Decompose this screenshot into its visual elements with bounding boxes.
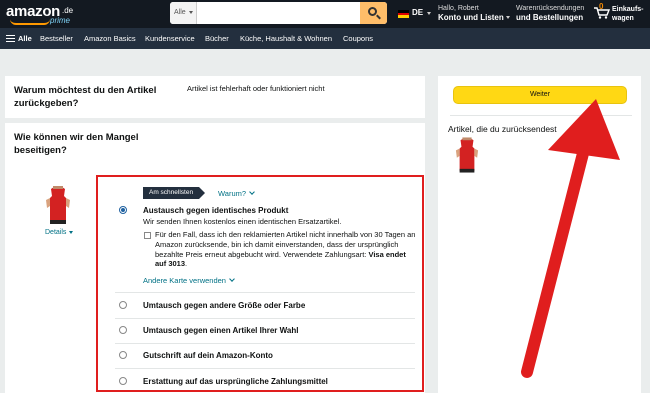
consent-checkbox[interactable] xyxy=(144,232,151,239)
german-flag-icon xyxy=(398,10,409,18)
cart-label: Einkaufs- wagen xyxy=(612,5,644,23)
search-category-select[interactable]: Alle xyxy=(170,2,197,24)
chevron-down-icon xyxy=(249,189,255,195)
nav-all[interactable]: Alle xyxy=(18,28,32,49)
option-divider xyxy=(115,368,415,369)
search-icon-handle xyxy=(376,14,381,20)
reason-question: Warum möchtest du den Artikel zurückgebe… xyxy=(14,84,156,110)
radio-option-refund[interactable] xyxy=(119,377,127,385)
nav-bar: Alle Bestseller Amazon Basics Kundenserv… xyxy=(0,28,650,49)
sidebar-divider xyxy=(450,115,632,116)
why-link[interactable]: Warum? xyxy=(218,189,255,198)
details-link[interactable]: Details xyxy=(45,229,74,236)
option-identical-title[interactable]: Austausch gegen identisches Produkt xyxy=(143,206,288,215)
radio-option-identical[interactable] xyxy=(119,206,127,214)
account-label: Konto und Listen xyxy=(438,13,504,22)
logo-tld: .de xyxy=(62,6,74,15)
cart-label-line2: wagen xyxy=(612,15,634,22)
account-label-row: Konto und Listen xyxy=(438,13,510,23)
resolution-question-line1: Wie können wir den Mangel xyxy=(14,132,139,143)
fastest-badge: Am schnellsten xyxy=(143,187,206,199)
returned-items-title: Artikel, die du zurücksendest xyxy=(448,124,557,134)
radio-option-gift-card[interactable] xyxy=(119,351,127,359)
cart-count: 0 xyxy=(599,2,604,11)
option-gift-card-title[interactable]: Gutschrift auf dein Amazon-Konto xyxy=(143,351,273,360)
why-link-label: Warum? xyxy=(218,189,247,198)
option-choice-title[interactable]: Umtausch gegen einen Artikel Ihrer Wahl xyxy=(143,326,298,335)
details-label: Details xyxy=(45,229,67,236)
orders-line2: und Bestellungen xyxy=(516,13,584,22)
option-divider xyxy=(115,292,415,293)
chevron-down-icon xyxy=(229,276,235,282)
nav-item-coupons[interactable]: Coupons xyxy=(343,28,373,49)
returns-orders-link[interactable]: Warenrücksendungen und Bestellungen xyxy=(516,4,588,23)
nav-item-buecher[interactable]: Bücher xyxy=(205,28,229,49)
orders-line1: Warenrücksendungen xyxy=(516,5,585,12)
selected-reason[interactable]: Artikel ist fehlerhaft oder funktioniert… xyxy=(187,84,325,93)
resolution-question-line2: beseitigen? xyxy=(14,145,67,156)
account-menu[interactable]: Hallo, Robert Konto und Listen xyxy=(438,4,510,23)
other-card-label: Andere Karte verwenden xyxy=(143,276,226,285)
product-thumbnail[interactable] xyxy=(45,186,71,224)
reason-question-line1: Warum möchtest du den Artikel xyxy=(14,85,157,96)
nav-item-bestseller[interactable]: Bestseller xyxy=(40,28,73,49)
radio-option-choice[interactable] xyxy=(119,326,127,334)
cart-label-line1: Einkaufs- xyxy=(612,6,644,13)
option-divider xyxy=(115,318,415,319)
search-button[interactable] xyxy=(360,2,387,24)
consent-text-end: . xyxy=(185,259,188,269)
consent-text: Für den Fall, dass ich den reklamierten … xyxy=(155,230,417,269)
language-code: DE xyxy=(412,8,424,17)
option-size-color-title[interactable]: Umtausch gegen andere Größe oder Farbe xyxy=(143,301,305,310)
logo-smile-icon xyxy=(10,19,50,25)
option-refund-title[interactable]: Erstattung auf das ursprüngliche Zahlung… xyxy=(143,377,328,386)
caret-down-icon xyxy=(505,16,510,20)
search-category-label: Alle xyxy=(174,9,186,16)
option-divider xyxy=(115,343,415,344)
resolution-question: Wie können wir den Mangel beseitigen? xyxy=(14,131,138,157)
reason-question-line2: zurückgeben? xyxy=(14,98,79,109)
top-header: amazon .de prime Alle DE Hallo, Robert K… xyxy=(0,0,650,28)
caret-down-icon xyxy=(189,11,193,14)
nav-item-amazon-basics[interactable]: Amazon Basics xyxy=(84,28,136,49)
sidebar-product-thumbnail xyxy=(455,137,479,173)
search-input[interactable] xyxy=(198,2,359,24)
continue-button[interactable]: Weiter xyxy=(453,86,627,104)
radio-option-size-color[interactable] xyxy=(119,301,127,309)
logo-prime: prime xyxy=(50,16,71,25)
caret-down-icon xyxy=(69,230,74,234)
cart-button[interactable]: 0 Einkaufs- wagen xyxy=(592,2,648,25)
option-identical-subtitle: Wir senden Ihnen kostenlos einen identis… xyxy=(143,217,342,226)
search-bar: Alle xyxy=(170,2,387,24)
hamburger-menu-icon[interactable] xyxy=(6,35,15,42)
amazon-logo[interactable]: amazon .de prime xyxy=(6,3,98,27)
other-card-link[interactable]: Andere Karte verwenden xyxy=(143,276,235,285)
nav-item-kundenservice[interactable]: Kundenservice xyxy=(145,28,195,49)
account-greeting: Hallo, Robert xyxy=(438,5,479,12)
caret-down-icon xyxy=(427,12,431,15)
nav-item-kueche[interactable]: Küche, Haushalt & Wohnen xyxy=(240,28,332,49)
